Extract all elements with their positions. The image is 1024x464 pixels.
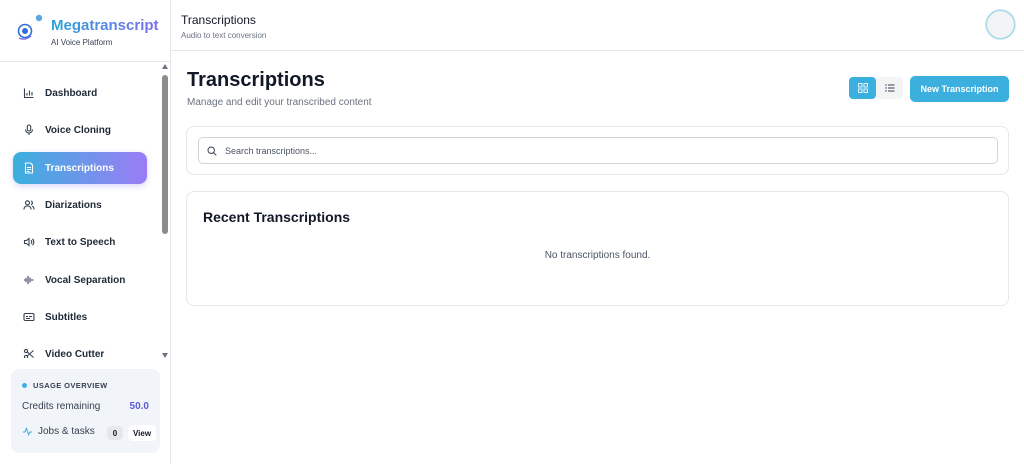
list-view-icon <box>884 84 894 92</box>
document-icon <box>22 161 36 175</box>
usage-overview-title: USAGE OVERVIEW <box>22 381 108 390</box>
scroll-thumb[interactable] <box>162 75 168 234</box>
page-title: Transcriptions <box>187 69 325 91</box>
search-card <box>186 126 1009 175</box>
sidebar-item-dashboard[interactable]: Dashboard <box>13 77 147 109</box>
sidebar-item-label: Diarizations <box>45 199 102 211</box>
sidebar-item-voice-cloning[interactable]: Voice Cloning <box>13 114 147 146</box>
recent-transcriptions-card: Recent Transcriptions No transcriptions … <box>186 191 1009 306</box>
bar-chart-icon <box>22 86 36 100</box>
grid-view-icon <box>857 83 868 93</box>
users-icon <box>22 198 36 212</box>
audio-waveform-icon <box>22 273 36 287</box>
header-subtitle: Audio to text conversion <box>181 31 267 40</box>
sidebar-item-diarizations[interactable]: Diarizations <box>13 189 147 221</box>
list-view-button[interactable] <box>876 77 903 99</box>
brand-name: Megatranscript <box>51 17 159 34</box>
avatar[interactable] <box>986 10 1015 39</box>
scroll-down-arrow-icon[interactable] <box>162 353 168 358</box>
microphone-icon <box>22 123 36 137</box>
scissors-icon <box>22 347 36 358</box>
top-header: Transcriptions Audio to text conversion <box>171 0 1024 51</box>
brand-logo-icon <box>17 14 43 40</box>
sidebar-item-label: Vocal Separation <box>45 274 126 286</box>
sidebar-item-vocal-separation[interactable]: Vocal Separation <box>13 264 147 296</box>
usage-overview-card: USAGE OVERVIEW Credits remaining 50.0 Jo… <box>11 369 160 453</box>
sidebar-item-transcriptions[interactable]: Transcriptions <box>13 152 147 184</box>
credits-value: 50.0 <box>129 401 149 412</box>
search-input[interactable] <box>225 145 965 156</box>
sidebar-item-label: Voice Cloning <box>45 124 111 136</box>
search-icon <box>207 145 217 156</box>
sidebar-item-label: Dashboard <box>45 87 98 99</box>
sidebar-item-text-to-speech[interactable]: Text to Speech <box>13 226 147 258</box>
credits-label: Credits remaining <box>22 401 101 412</box>
sidebar-nav: Dashboard Voice Cloning Transcriptions D… <box>0 74 160 358</box>
sidebar-scrollbar[interactable] <box>161 64 170 358</box>
usage-title-text: USAGE OVERVIEW <box>33 381 108 390</box>
empty-state-message: No transcriptions found. <box>544 250 651 261</box>
status-dot-icon <box>22 383 27 388</box>
search-box[interactable] <box>198 137 998 164</box>
recent-transcriptions-title: Recent Transcriptions <box>203 209 351 225</box>
view-jobs-button[interactable]: View <box>128 425 156 441</box>
scroll-up-arrow-icon[interactable] <box>162 64 168 69</box>
page-subtitle: Manage and edit your transcribed content <box>187 97 372 108</box>
sidebar-item-subtitles[interactable]: Subtitles <box>13 301 147 333</box>
view-toggle <box>849 77 903 99</box>
sidebar-item-label: Text to Speech <box>45 236 116 248</box>
jobs-label-row: Jobs & tasks <box>22 426 95 437</box>
header-title: Transcriptions <box>181 13 256 27</box>
activity-icon <box>22 426 33 437</box>
captions-icon <box>22 310 36 324</box>
sidebar-item-label: Video Cutter <box>45 348 105 359</box>
brand-header: Megatranscript AI Voice Platform <box>0 0 171 62</box>
sidebar-item-label: Transcriptions <box>45 162 114 174</box>
jobs-label: Jobs & tasks <box>38 426 95 437</box>
grid-view-button[interactable] <box>849 77 876 99</box>
speaker-icon <box>22 235 36 249</box>
brand-tagline: AI Voice Platform <box>51 38 113 47</box>
jobs-count-badge: 0 <box>107 426 123 440</box>
sidebar: Megatranscript AI Voice Platform Dashboa… <box>0 0 171 464</box>
new-transcription-button[interactable]: New Transcription <box>910 76 1009 102</box>
sidebar-item-label: Subtitles <box>45 311 88 323</box>
sidebar-item-video-cutter[interactable]: Video Cutter <box>13 338 147 358</box>
